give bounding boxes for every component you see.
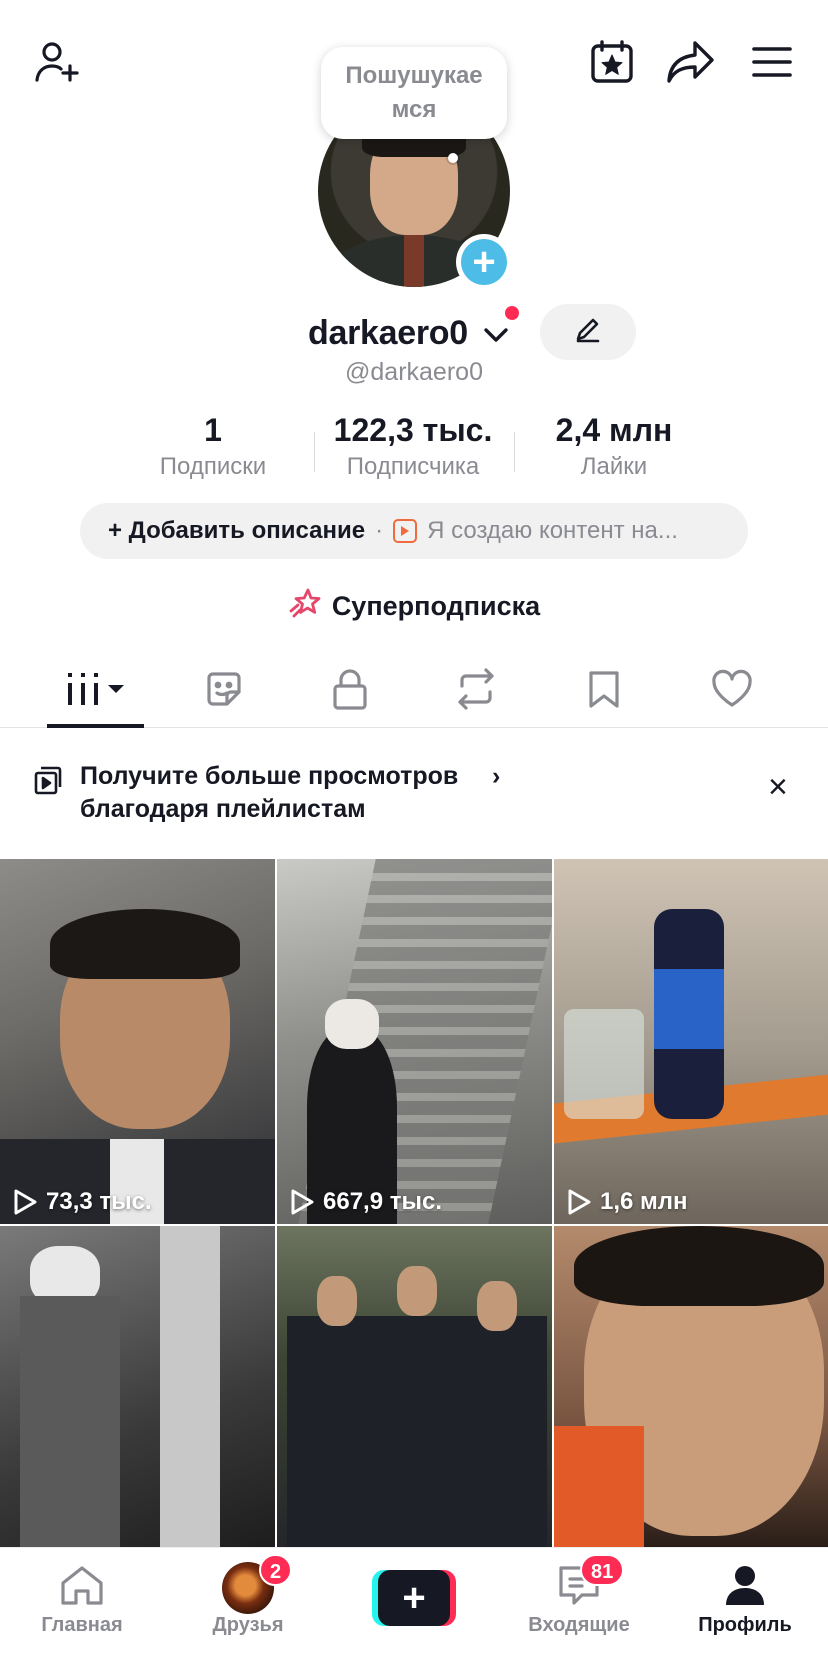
close-icon[interactable]: × (768, 770, 788, 804)
nav-inbox-label: Входящие (528, 1614, 630, 1636)
stat-followers[interactable]: 122,3 тыс. Подписчика (318, 410, 508, 484)
tab-liked[interactable] (692, 664, 772, 718)
tab-favorites[interactable] (564, 664, 644, 718)
user-handle: @darkaero0 (345, 358, 483, 386)
notification-dot (505, 306, 519, 320)
stat-divider (514, 432, 515, 472)
username[interactable]: darkaero0 (308, 314, 468, 353)
playlist-icon (32, 764, 64, 801)
status-bubble[interactable]: Пошушукаемся (321, 47, 507, 139)
bookmark-icon (586, 668, 622, 715)
repost-icon (454, 667, 498, 715)
tab-reposts[interactable] (436, 664, 516, 718)
nav-friends[interactable]: 2 Друзья (183, 1554, 313, 1637)
tab-stickers[interactable] (184, 664, 264, 718)
chevron-down-icon[interactable] (482, 324, 510, 351)
username-row: darkaero0 (0, 304, 828, 364)
tab-private[interactable] (310, 664, 390, 718)
separator-dot: · (375, 517, 384, 544)
plus-icon: + (461, 239, 507, 285)
stat-followers-value: 122,3 тыс. (333, 412, 493, 448)
video-thumbnail[interactable]: 667,9 тыс. (277, 859, 552, 1224)
home-icon (58, 1563, 106, 1613)
creator-play-icon (393, 519, 418, 543)
profile-icon (723, 1563, 767, 1613)
view-count: 1,6 млн (566, 1188, 688, 1216)
bottom-navigation: Главная 2 Друзья + 81 Входящие Профиль (0, 1547, 828, 1656)
tab-videos[interactable] (56, 664, 136, 718)
view-count: 73,3 тыс. (12, 1188, 152, 1216)
bio-pill[interactable]: + Добавить описание · Я создаю контент н… (80, 503, 748, 559)
video-thumbnail[interactable] (0, 1226, 275, 1547)
profile-stats: 1 Подписки 122,3 тыс. Подписчика 2,4 млн… (0, 410, 828, 490)
video-grid: 73,3 тыс. 667,9 тыс. 1,6 млн (0, 859, 828, 1549)
lock-icon (330, 667, 370, 716)
chevron-right-icon: › (492, 762, 501, 790)
video-thumbnail[interactable]: 1,6 млн (554, 859, 828, 1224)
profile-tabs (0, 652, 828, 728)
stat-following-value: 1 (204, 412, 222, 448)
bubble-tail (448, 153, 458, 163)
stat-likes-value: 2,4 млн (555, 412, 673, 448)
stat-likes[interactable]: 2,4 млн Лайки (534, 410, 694, 484)
heart-icon (710, 669, 754, 714)
nav-inbox[interactable]: 81 Входящие (514, 1554, 644, 1637)
video-thumbnail[interactable] (554, 1226, 828, 1547)
super-subscription-button[interactable]: Суперподписка (0, 587, 828, 626)
promo-text: Получите больше просмотров благодаря пле… (80, 762, 459, 823)
view-count-text: 73,3 тыс. (46, 1188, 152, 1215)
calendar-star-icon[interactable] (586, 36, 638, 88)
playlist-promo[interactable]: Получите больше просмотров благодаря пле… (0, 760, 828, 840)
nav-profile[interactable]: Профиль (680, 1562, 810, 1637)
nav-friends-label: Друзья (212, 1614, 284, 1636)
video-thumbnail[interactable] (277, 1226, 552, 1547)
hamburger-menu-icon[interactable] (748, 40, 796, 84)
view-count-text: 667,9 тыс. (323, 1188, 442, 1215)
sticker-icon (203, 668, 245, 715)
view-count-text: 1,6 млн (600, 1188, 688, 1215)
plus-icon: + (378, 1570, 450, 1626)
stat-following[interactable]: 1 Подписки (138, 410, 288, 484)
stat-likes-label: Лайки (580, 453, 648, 480)
friends-badge: 2 (259, 1554, 293, 1586)
star-ribbon-icon (288, 587, 322, 626)
super-subscription-label: Суперподписка (331, 591, 541, 621)
nav-profile-label: Профиль (698, 1614, 792, 1636)
add-story-button[interactable]: + (456, 234, 512, 290)
stat-following-label: Подписки (159, 453, 267, 480)
active-tab-indicator (47, 724, 144, 728)
creator-text[interactable]: Я создаю контент на... (427, 517, 678, 545)
edit-profile-button[interactable] (540, 304, 636, 360)
pencil-icon (573, 315, 603, 350)
add-description-button[interactable]: + Добавить описание (108, 517, 365, 545)
video-thumbnail[interactable]: 73,3 тыс. (0, 859, 275, 1224)
view-count: 667,9 тыс. (289, 1188, 442, 1216)
person-plus-icon[interactable] (30, 36, 82, 88)
create-button[interactable]: + (372, 1570, 456, 1626)
nav-home[interactable]: Главная (17, 1562, 147, 1637)
status-bubble-text: Пошушукаемся (345, 62, 483, 123)
nav-home-label: Главная (41, 1614, 123, 1636)
stat-followers-label: Подписчика (346, 453, 480, 480)
stat-divider (314, 432, 315, 472)
inbox-badge: 81 (580, 1554, 625, 1586)
share-arrow-icon[interactable] (664, 36, 718, 88)
grid-bars-icon (64, 669, 128, 714)
